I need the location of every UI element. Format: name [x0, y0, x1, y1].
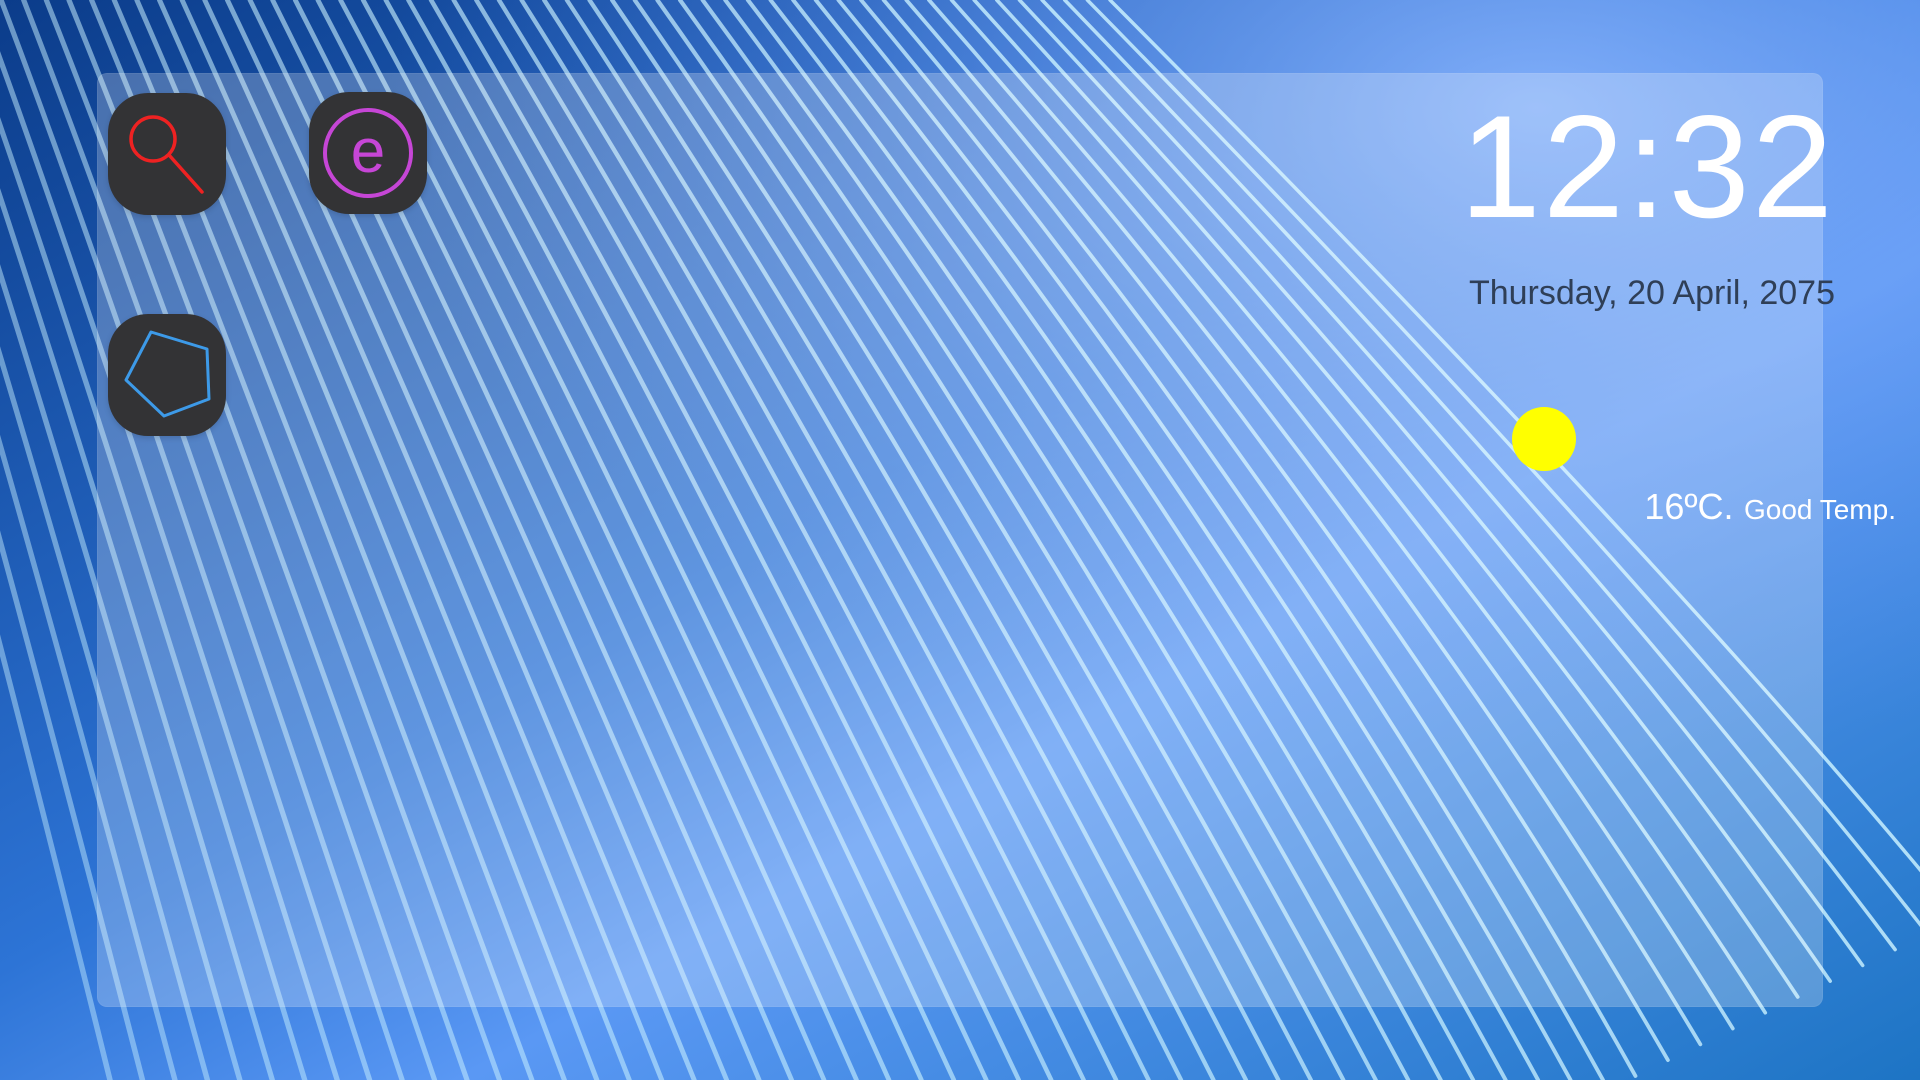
weather-temperature: 16ºC.	[1644, 486, 1734, 527]
weather-readout: 16ºC. Good Temp.	[1644, 486, 1896, 528]
letter-e-circle-icon: e	[323, 108, 413, 198]
clock-time: 12:32	[1459, 85, 1835, 248]
pentagon-icon	[124, 330, 211, 418]
clock-date: Thursday, 20 April, 2075	[1468, 274, 1835, 312]
browser-app-button[interactable]: e	[309, 92, 427, 214]
browser-glyph: e	[351, 117, 385, 186]
sun-icon	[1512, 407, 1576, 471]
desktop: e 12:32 Thursday, 20 April, 2075 16ºC. G…	[0, 0, 1920, 1080]
weather-description: Good Temp.	[1743, 494, 1896, 525]
search-app-button[interactable]	[108, 93, 226, 215]
shapes-app-button[interactable]	[108, 314, 226, 436]
magnifier-icon	[129, 115, 204, 194]
